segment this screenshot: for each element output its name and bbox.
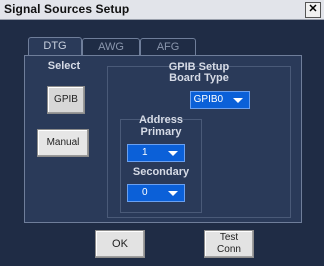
ok-button[interactable]: OK [95,230,145,258]
close-icon[interactable]: ✕ [305,2,321,18]
tab-awg[interactable]: AWG [82,38,140,56]
board-type-dropdown[interactable]: GPIB0 [190,91,250,109]
board-type-label: Board Type [169,72,229,84]
tab-dtg-label: DTG [43,40,67,52]
address-group: Address Primary 1 Secondary 0 [120,114,202,213]
secondary-address-dropdown[interactable]: 0 [127,184,185,202]
title-bar: Signal Sources Setup ✕ [0,0,324,20]
secondary-address-value: 0 [142,187,148,198]
manual-button[interactable]: Manual [37,129,89,157]
primary-address-value: 1 [142,147,148,158]
primary-address-dropdown[interactable]: 1 [127,144,185,162]
tab-awg-label: AWG [98,41,124,53]
select-label: Select [47,60,81,72]
secondary-label: Secondary [132,166,190,178]
board-type-value: GPIB0 [193,94,224,105]
gpib-setup-group: GPIB Setup Board Type GPIB0 Address Prim… [107,61,291,218]
primary-label: Primary [140,126,182,138]
test-conn-label-line2: Conn [217,244,241,255]
tab-dtg[interactable]: DTG [28,37,82,57]
test-conn-button[interactable]: Test Conn [204,230,254,258]
tab-afg-label: AFG [156,41,180,53]
test-conn-label-line1: Test [219,232,239,243]
address-label: Address [138,114,184,126]
gpib-button[interactable]: GPIB [47,86,85,114]
dtg-panel: Select GPIB Manual GPIB Setup Board Type… [24,55,302,223]
tab-afg[interactable]: AFG [140,38,196,56]
chevron-down-icon [233,98,243,103]
chevron-down-icon [168,151,178,156]
signal-sources-setup-window: Signal Sources Setup ✕ DTG AWG AFG Selec… [0,0,324,266]
chevron-down-icon [168,191,178,196]
window-title: Signal Sources Setup [4,2,130,16]
